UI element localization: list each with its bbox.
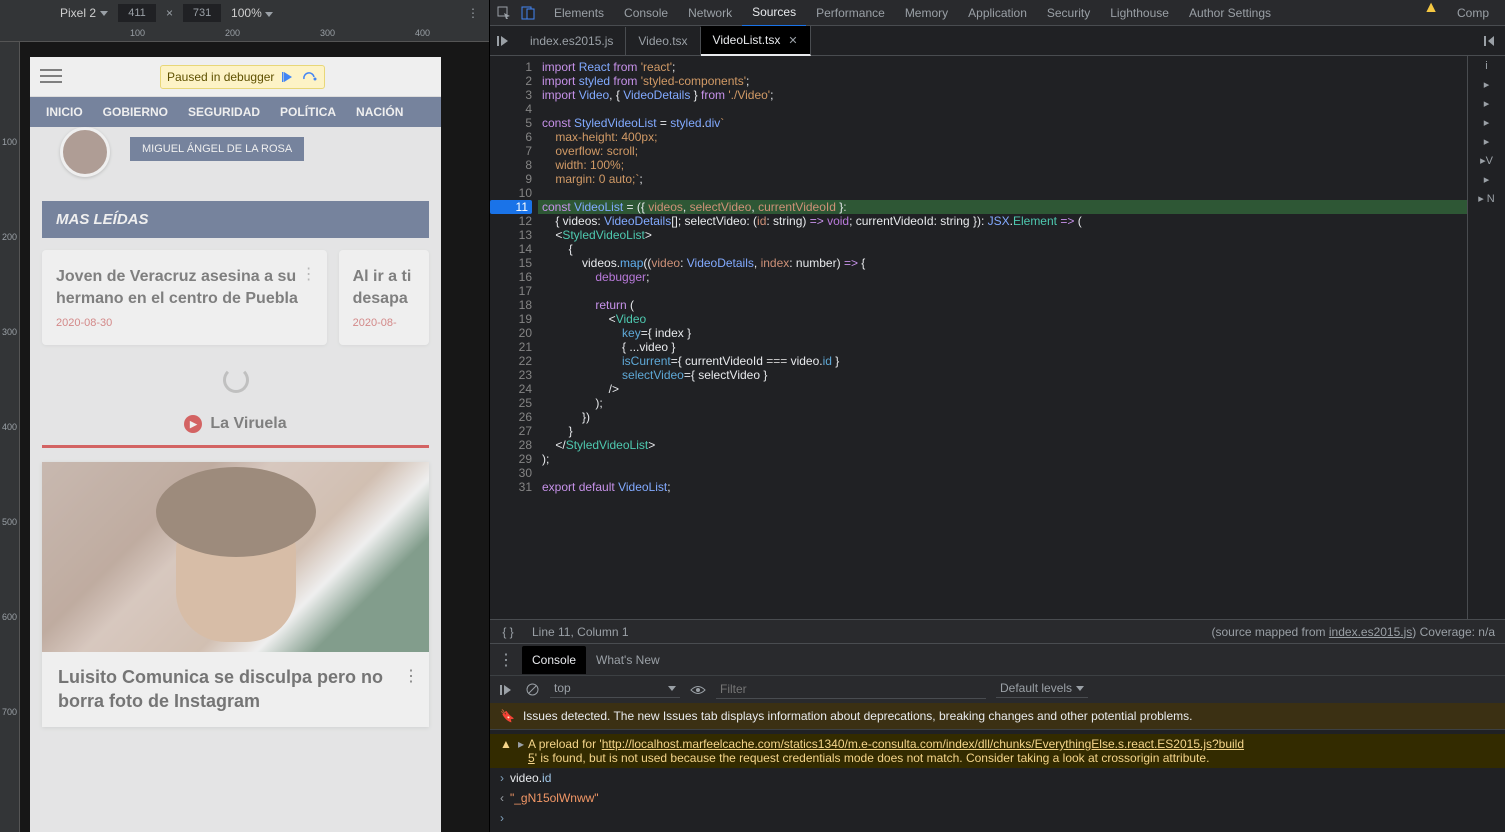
issues-icon: 🔖 (500, 709, 515, 723)
tab-author-settings[interactable]: Author Settings (1179, 0, 1281, 26)
sidebar-toggle-icon[interactable]: ▸ (1484, 173, 1490, 186)
device-menu-kebab[interactable]: ⋮ (467, 6, 479, 20)
console-messages: ▲ ▸ A preload for 'http://localhost.marf… (490, 730, 1505, 832)
viruela-icon: ▶ (184, 415, 202, 433)
device-select[interactable]: Pixel 2 (60, 6, 108, 20)
debugger-sidebar: i ▸ ▸ ▸ ▸ ▸V ▸ ▸ N (1467, 56, 1505, 619)
sidebar-toggle-icon[interactable]: ▸ (1484, 116, 1490, 129)
clear-console-icon[interactable] (524, 682, 540, 698)
log-levels-select[interactable]: Default levels (996, 681, 1088, 698)
code-editor[interactable]: 1234567891011121314151617181920212223242… (490, 56, 1467, 619)
console-prompt[interactable]: › (490, 808, 1505, 828)
featured-card[interactable]: Luisito Comunica se disculpa pero no bor… (42, 462, 429, 727)
file-tab[interactable]: index.es2015.js (518, 27, 626, 55)
close-icon[interactable]: ✕ (788, 35, 797, 47)
nav-item[interactable]: SEGURIDAD (178, 97, 270, 127)
paused-debugger-badge: Paused in debugger (160, 65, 325, 89)
hamburger-icon[interactable] (40, 69, 62, 85)
card-title: Joven de Veracruz asesina a su hermano e… (56, 266, 313, 309)
warning-triangle-icon: ▲ (500, 737, 514, 765)
site-preview: Paused in debugger REFERENCIA OBLIGADA I… (30, 57, 441, 832)
sidebar-toggle-icon[interactable]: ▸ (1484, 97, 1490, 110)
nav-item[interactable]: GOBIERNO (93, 97, 178, 127)
status-bar: { } Line 11, Column 1 (source mapped fro… (490, 619, 1505, 643)
issues-banner[interactable]: 🔖 Issues detected. The new Issues tab di… (490, 703, 1505, 730)
featured-title: Luisito Comunica se disculpa pero no bor… (58, 666, 413, 713)
drawer-menu-icon[interactable]: ⋮ (498, 652, 514, 668)
debugger-toggle-icon[interactable] (1481, 33, 1497, 49)
card-title: Al ir a ti desapa (353, 266, 415, 309)
sidebar-toggle-icon[interactable]: ▸ (1484, 135, 1490, 148)
tab-lighthouse[interactable]: Lighthouse (1100, 0, 1179, 26)
zoom-select[interactable]: 100% (231, 6, 273, 20)
article-card[interactable]: Joven de Veracruz asesina a su hermano e… (42, 250, 327, 345)
card-menu-icon[interactable]: ⋮ (403, 666, 419, 686)
console-toolbar: top Default levels (490, 675, 1505, 703)
devtools-tabs: Elements Console Network Sources Perform… (490, 0, 1505, 26)
device-width-input[interactable] (118, 4, 156, 22)
inspect-element-icon[interactable] (496, 5, 512, 21)
dim-x: × (166, 6, 173, 20)
sidebar-toggle-icon[interactable]: ▸ (1484, 78, 1490, 91)
featured-image (42, 462, 429, 652)
file-tabs: index.es2015.js Video.tsx VideoList.tsx✕ (490, 26, 1505, 56)
nav-item[interactable]: INICIO (36, 97, 93, 127)
device-viewport: Paused in debugger REFERENCIA OBLIGADA I… (20, 42, 489, 832)
console-output-line: ‹ "_gN15olWnww" (490, 788, 1505, 808)
section-viruela[interactable]: ▶ La Viruela (42, 403, 429, 448)
card-date: 2020-08- (353, 317, 415, 329)
tab-sources[interactable]: Sources (742, 0, 806, 27)
card-list: Joven de Veracruz asesina a su hermano e… (30, 238, 441, 357)
card-date: 2020-08-30 (56, 317, 313, 329)
source-map-link[interactable]: index.es2015.js (1329, 625, 1412, 639)
devtools-pane: Elements Console Network Sources Perform… (490, 0, 1505, 832)
tab-console[interactable]: Console (614, 0, 678, 26)
eye-icon[interactable] (690, 682, 706, 698)
device-emulator-pane: Pixel 2 × 100% ⋮ 100 200 300 400 100 200… (0, 0, 490, 832)
drawer-tab-whatsnew[interactable]: What's New (586, 646, 670, 674)
device-height-input[interactable] (183, 4, 221, 22)
nav-item[interactable]: POLÍTICA (270, 97, 346, 127)
tab-performance[interactable]: Performance (806, 0, 895, 26)
console-input-line: › video.id (490, 768, 1505, 788)
loading-spinner-icon (223, 367, 249, 393)
tab-memory[interactable]: Memory (895, 0, 958, 26)
context-select[interactable]: top (550, 681, 680, 698)
device-toolbar: Pixel 2 × 100% ⋮ (0, 0, 489, 26)
drawer-tab-console[interactable]: Console (522, 646, 586, 674)
file-tab[interactable]: Video.tsx (626, 27, 700, 55)
tab-elements[interactable]: Elements (544, 0, 614, 26)
tab-overflow[interactable]: Comp (1447, 0, 1499, 26)
ruler-vertical: 100 200 300 400 500 600 700 (0, 42, 20, 832)
console-warning: ▲ ▸ A preload for 'http://localhost.marf… (490, 734, 1505, 768)
braces-icon[interactable]: { } (500, 624, 516, 640)
author-avatar (60, 127, 110, 177)
source-map-info: (source mapped from index.es2015.js) Cov… (1212, 625, 1496, 639)
file-tab[interactable]: VideoList.tsx✕ (701, 26, 811, 56)
sidebar-toggle-icon[interactable]: ▸V (1480, 154, 1493, 167)
author-tag: MIGUEL ÁNGEL DE LA ROSA (130, 137, 304, 161)
mas-leidas-header: MAS LEÍDAS (42, 201, 429, 238)
card-menu-icon[interactable]: ⋮ (301, 264, 317, 284)
site-nav: INICIO GOBIERNO SEGURIDAD POLÍTICA NACIÓ… (30, 97, 441, 127)
resume-button[interactable] (280, 69, 296, 85)
nav-item[interactable]: NACIÓN (346, 97, 413, 127)
navigator-toggle-icon[interactable] (496, 34, 518, 48)
console-filter-input[interactable] (716, 680, 986, 699)
article-card[interactable]: Al ir a ti desapa 2020-08- (339, 250, 429, 345)
warning-icon[interactable]: i (1485, 60, 1487, 72)
warning-icon[interactable]: ▲ (1423, 0, 1439, 16)
console-sidebar-toggle-icon[interactable] (498, 682, 514, 698)
tab-network[interactable]: Network (678, 0, 742, 26)
step-over-button[interactable] (302, 69, 318, 85)
drawer-tabs: ⋮ Console What's New (490, 643, 1505, 675)
tab-security[interactable]: Security (1037, 0, 1100, 26)
cursor-position: Line 11, Column 1 (532, 625, 629, 639)
sidebar-toggle-icon[interactable]: ▸ N (1478, 192, 1495, 205)
device-toggle-icon[interactable] (520, 5, 536, 21)
issues-text: Issues detected. The new Issues tab disp… (523, 709, 1193, 723)
ruler-horizontal: 100 200 300 400 (0, 26, 489, 42)
tab-application[interactable]: Application (958, 0, 1037, 26)
